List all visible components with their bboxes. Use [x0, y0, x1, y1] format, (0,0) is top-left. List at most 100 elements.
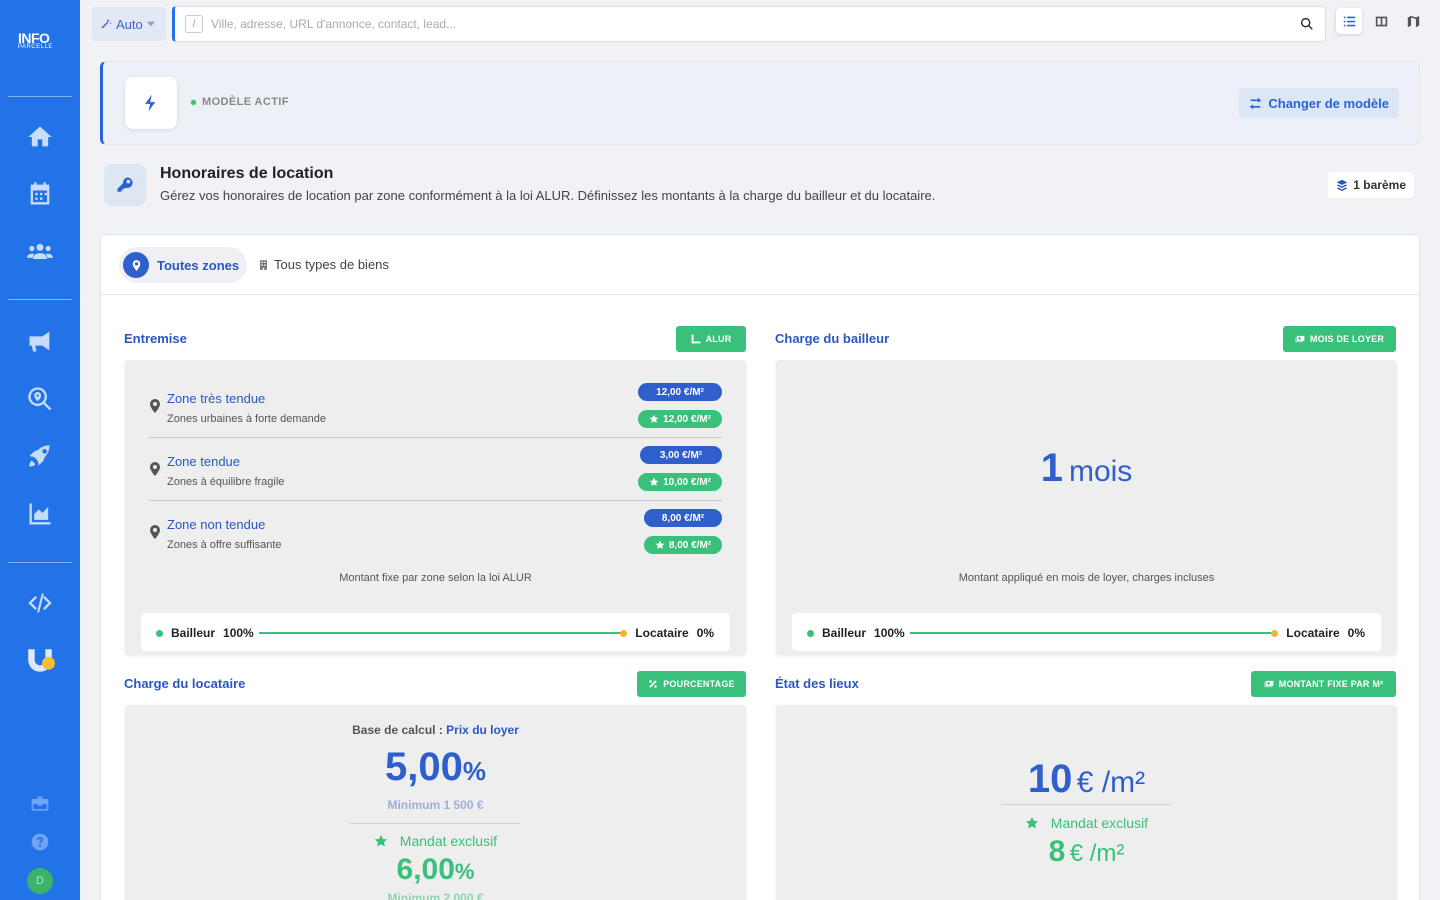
- model-status: MODÈLE ACTIF: [190, 96, 289, 108]
- mode-label: Auto: [116, 16, 143, 32]
- star-icon: [374, 834, 388, 847]
- bailleur-share: Bailleur 100%: [807, 626, 905, 640]
- property-type-filter[interactable]: Tous types de biens: [258, 257, 389, 272]
- etat-exclusive-unit: € /m²: [1069, 840, 1125, 867]
- money-bill-icon: [1264, 680, 1274, 688]
- search-icon[interactable]: [1299, 16, 1315, 32]
- bailleur-label: Bailleur: [171, 626, 216, 640]
- rocket-icon[interactable]: [24, 440, 56, 472]
- exchange-icon: [1250, 97, 1262, 109]
- exclusive-mandate-label: Mandat exclusif: [1050, 815, 1149, 831]
- locataire-rate-value: 5,00: [385, 745, 463, 789]
- exclusive-mandate-label: Mandat exclusif: [399, 833, 498, 849]
- users-icon[interactable]: [24, 236, 56, 268]
- search-bar[interactable]: /: [172, 6, 1326, 42]
- calendar-icon[interactable]: [24, 178, 56, 210]
- zone-filter[interactable]: Toutes zones: [119, 247, 247, 283]
- map-marker-icon: [150, 525, 160, 539]
- bailleur-dot: [807, 629, 814, 637]
- star-icon: [649, 414, 659, 423]
- etat-value-number: 10: [1027, 757, 1073, 801]
- model-status-label: MODÈLE ACTIF: [202, 96, 289, 108]
- star-icon: [1025, 816, 1039, 829]
- search-location-icon[interactable]: [24, 383, 56, 415]
- montant-fixe-badge-label: MONTANT FIXE PAR M²: [1278, 679, 1384, 689]
- home-icon[interactable]: [24, 121, 56, 153]
- fees-card: Toutes zones Tous types de biens Entremi…: [100, 234, 1420, 900]
- star-icon: [655, 540, 665, 549]
- pourcentage-badge: POURCENTAGE: [637, 671, 746, 697]
- fees-header: Honoraires de location Gérez vos honorai…: [104, 164, 1420, 214]
- locataire-dot: [620, 629, 628, 637]
- zone-row[interactable]: Zone très tendue Zones urbaines à forte …: [149, 375, 722, 438]
- locataire-dot: [1271, 629, 1279, 637]
- bailleur-percent: 100%: [874, 626, 905, 640]
- search-shortcut-hint: /: [185, 15, 203, 33]
- zone-price-badge: 8,00 €/M²: [644, 509, 722, 527]
- magnet-icon[interactable]: [24, 644, 56, 676]
- sidebar-divider: [8, 96, 72, 97]
- megaphone-icon[interactable]: [24, 325, 56, 357]
- map-view-button[interactable]: [1400, 8, 1426, 34]
- property-type-label: Tous types de biens: [274, 257, 389, 272]
- split-slider[interactable]: [259, 632, 626, 634]
- toolbox-icon[interactable]: [24, 788, 56, 820]
- zone-exclusive-price: 8,00 €/M²: [668, 539, 712, 551]
- money-bill-icon: [1295, 335, 1305, 343]
- app-logo[interactable]: INFO PARCELLE: [18, 30, 62, 64]
- zone-description: Zones à équilibre fragile: [167, 476, 285, 488]
- star-icon: [649, 477, 659, 486]
- locataire-minimum: Minimum 1 500 €: [387, 798, 484, 812]
- search-input[interactable]: [211, 17, 1271, 31]
- calc-base-value: Prix du loyer: [446, 723, 519, 737]
- list-icon: [1343, 16, 1355, 26]
- map-icon: [1407, 15, 1419, 27]
- filters-bar: Toutes zones Tous types de biens: [101, 235, 1419, 295]
- entremise-note: Montant fixe par zone selon la loi ALUR: [339, 572, 532, 584]
- chart-area-icon[interactable]: [24, 498, 56, 530]
- bailleur-value: 1 mois: [776, 446, 1397, 491]
- sidebar-divider: [8, 562, 72, 563]
- divider: [1001, 804, 1171, 805]
- zone-description: Zones urbaines à forte demande: [167, 413, 326, 425]
- map-marker-icon: [150, 462, 160, 476]
- mode-dropdown[interactable]: Auto: [92, 7, 166, 41]
- zone-price-badge: 12,00 €/M²: [638, 383, 722, 401]
- etat-value: 10 € /m²: [776, 757, 1397, 802]
- exclusive-rate: 6,00%: [125, 853, 746, 887]
- alur-badge-label: ALUR: [705, 334, 732, 344]
- page-subtitle: Gérez vos honoraires de location par zon…: [160, 188, 936, 203]
- split-slider[interactable]: [910, 632, 1277, 634]
- bailleur-share: Bailleur 100%: [156, 626, 254, 640]
- zone-row[interactable]: Zone non tendue Zones à offre suffisante…: [149, 501, 722, 564]
- bailleur-label: Bailleur: [822, 626, 867, 640]
- split-view-button[interactable]: [1368, 8, 1394, 34]
- topbar: Auto /: [80, 0, 1440, 48]
- exclusive-mandate: Mandat exclusif: [125, 833, 746, 849]
- pourcentage-badge-label: POURCENTAGE: [663, 679, 735, 689]
- mois-loyer-badge: MOIS DE LOYER: [1283, 326, 1396, 352]
- entremise-panel: Zone très tendue Zones urbaines à forte …: [125, 360, 746, 655]
- zone-row[interactable]: Zone tendue Zones à équilibre fragile 3,…: [149, 438, 722, 501]
- locataire-label: Locataire: [635, 626, 689, 640]
- active-model-card: MODÈLE ACTIF Changer de modèle: [100, 61, 1420, 145]
- columns-icon: [1375, 16, 1387, 26]
- change-model-button[interactable]: Changer de modèle: [1239, 88, 1399, 118]
- code-icon[interactable]: [24, 587, 56, 619]
- building-icon: [260, 259, 267, 270]
- bailleur-panel: 1 mois Montant appliqué en mois de loyer,…: [776, 360, 1397, 655]
- divider: [350, 823, 520, 824]
- bailleur-unit: mois: [1068, 455, 1133, 488]
- zone-exclusive-price: 10,00 €/M²: [663, 476, 711, 488]
- zone-name: Zone très tendue: [167, 391, 266, 406]
- list-view-button[interactable]: [1336, 8, 1362, 34]
- percent-icon: [649, 680, 657, 688]
- zone-price-badge: 3,00 €/M²: [640, 446, 722, 464]
- logo-line2: PARCELLE: [18, 44, 53, 50]
- help-icon[interactable]: [24, 826, 56, 858]
- bailleur-split-bar: Bailleur 100% Locataire 0%: [792, 613, 1381, 651]
- locataire-percent: 0%: [1347, 626, 1365, 640]
- user-avatar[interactable]: D: [27, 868, 53, 894]
- bolt-icon: [125, 77, 177, 129]
- layers-icon: [1337, 179, 1348, 191]
